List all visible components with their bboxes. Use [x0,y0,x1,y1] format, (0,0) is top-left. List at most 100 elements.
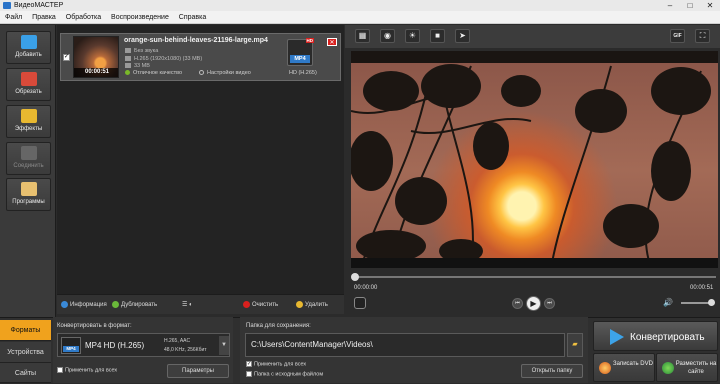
speaker-icon [125,48,131,54]
tab-devices[interactable]: Устройства [0,342,51,363]
audio-info: Без звука [125,48,158,54]
publish-button[interactable]: Разместить на сайте [656,353,718,382]
programs-label: Программы [12,199,45,205]
speed-icon[interactable]: ➤ [455,29,470,43]
menu-edit[interactable]: Правка [29,11,59,24]
open-folder-button[interactable]: Открыть папку [521,364,583,378]
menu-bar: Файл Правка Обработка Воспроизведение Сп… [0,11,720,24]
volume-slider[interactable] [681,302,711,304]
format-audio: 48,0 KHz, 256Кбит [164,347,207,353]
window-title: ВидеоМАСТЕР [14,2,64,9]
add-button[interactable]: Добавить [6,31,51,64]
video-settings-link[interactable]: Настройки видео [199,70,251,76]
foliage-silhouette [351,64,711,268]
join-icon [20,146,37,160]
cut-icon [20,72,37,86]
clear-button[interactable]: Очистить [243,301,278,308]
clear-icon [243,301,250,308]
file-item[interactable]: ✓ 00:00:51 orange-sun-behind-leaves-2119… [60,33,341,81]
parameters-button[interactable]: Параметры [167,364,229,378]
camera-icon[interactable]: ■ [430,29,445,43]
format-name: MP4 HD (H.265) [85,341,145,350]
chevron-down-icon[interactable]: ▼ [219,336,229,355]
minimize-button[interactable]: – [660,0,680,11]
format-selector[interactable]: MP4 MP4 HD (H.265) H.265, AAC 48,0 KHz, … [57,333,230,357]
save-folder-title: Папка для сохранения: [246,323,311,329]
info-button[interactable]: Информация [61,301,107,308]
volume-icon[interactable]: 🔊 [663,298,673,307]
size-info: 33 MB [125,63,150,69]
delete-button[interactable]: Удалить [296,301,328,308]
menu-file[interactable]: Файл [2,11,25,24]
save-path-field[interactable]: C:\Users\ContentManager\Videos\ [245,333,565,357]
burn-dvd-label: Записать DVD [613,361,653,367]
close-window-button[interactable]: ✕ [700,0,720,11]
format-badge-label: MP4 [290,55,310,63]
join-button[interactable]: Соединить [6,142,51,175]
timeline-track [353,276,716,278]
tab-sites[interactable]: Сайты [0,363,51,383]
size-text: 33 MB [134,63,150,69]
publish-label: Разместить на сайте [675,361,717,375]
open-folder-label: Открыть папку [531,368,573,374]
info-icon [61,301,68,308]
rotate-icon[interactable]: ◉ [380,29,395,43]
source-folder-checkbox[interactable]: Папка с исходным файлом [246,371,323,377]
add-icon [20,35,37,49]
parameters-label: Параметры [182,368,214,374]
video-thumbnail[interactable]: 00:00:51 [73,36,119,78]
timeline-slider[interactable] [351,272,718,282]
crop-icon[interactable]: ▦ [355,29,370,43]
view-toggle[interactable]: ☰ ◐ [182,301,193,308]
dvd-icon [599,362,611,374]
format-mini-label: MP4 [63,346,79,352]
timeline-knob[interactable] [351,273,359,281]
prev-frame-button[interactable]: ⏮ [512,298,523,309]
duplicate-label: Дублировать [121,302,158,309]
next-frame-button[interactable]: ⏭ [544,298,555,309]
gif-button[interactable]: GIF [670,29,685,43]
programs-icon [20,182,37,196]
player-toolbar: ▦ ◉ ☀ ■ ➤ GIF ⛶ [345,25,720,48]
file-checkbox[interactable]: ✓ [63,54,70,61]
apply-all-format-label: Применить для всех [65,367,118,374]
delete-label: Удалить [305,302,328,309]
snapshot-icon[interactable] [354,297,366,309]
tab-formats[interactable]: Форматы [0,320,51,341]
video-letterbox-bottom [351,258,718,268]
effects-icon [20,109,37,123]
maximize-button[interactable]: □ [680,0,700,11]
video-preview[interactable] [351,51,718,268]
info-label: Информация [70,302,107,309]
convert-button[interactable]: Конвертировать [593,321,718,351]
delete-icon [296,301,303,308]
apply-all-format-checkbox[interactable]: Применить для всех [57,367,117,373]
convert-icon [610,329,624,345]
apply-all-save-label: Применить для всех [254,361,307,368]
format-badge[interactable]: HD MP4 [287,38,314,66]
effects-button[interactable]: Эффекты [6,105,51,138]
cut-button[interactable]: Обрезать [6,68,51,101]
menu-playback[interactable]: Воспроизведение [108,11,172,24]
fullscreen-icon[interactable]: ⛶ [695,29,710,43]
globe-icon [662,362,674,374]
remove-file-button[interactable]: ✕ [327,38,337,46]
menu-help[interactable]: Справка [176,11,209,24]
format-label: HD (H.265) [289,70,317,76]
programs-button[interactable]: Программы [6,178,51,211]
title-bar: ВидеоМАСТЕР – □ ✕ [0,0,720,11]
checkbox-box [57,367,63,373]
duplicate-button[interactable]: Дублировать [112,301,157,308]
menu-processing[interactable]: Обработка [63,11,104,24]
gear-icon [199,70,204,76]
volume-knob[interactable] [708,299,715,306]
brightness-icon[interactable]: ☀ [405,29,420,43]
hd-badge: HD [305,38,314,43]
settings-text: Настройки видео [207,70,251,76]
time-current: 00:00:00 [354,285,378,291]
folder-icon[interactable]: ▰ [567,333,583,357]
apply-all-save-checkbox[interactable]: ✓ Применить для всех [246,361,306,367]
source-folder-label: Папка с исходным файлом [254,371,324,378]
burn-dvd-button[interactable]: Записать DVD [593,353,655,382]
play-button[interactable]: ▶ [526,296,541,311]
